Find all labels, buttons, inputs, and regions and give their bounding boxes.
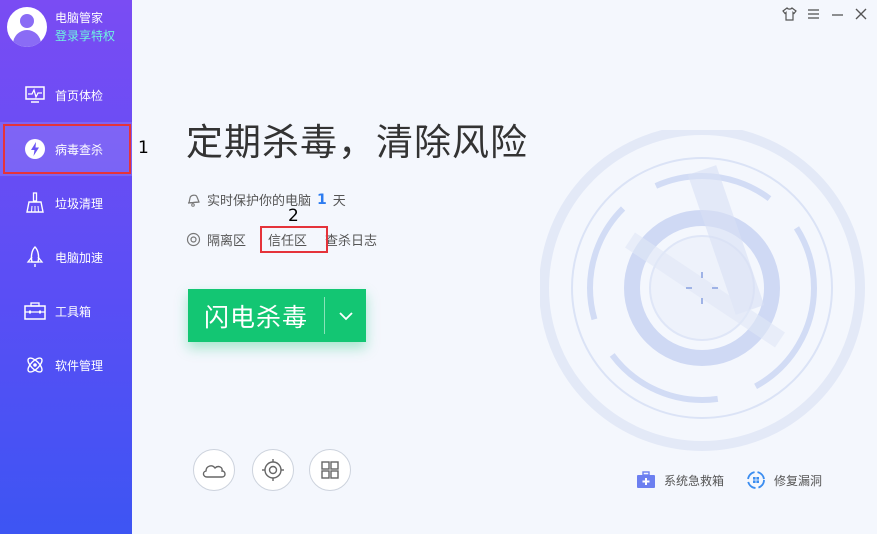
page-title: 定期杀毒，清除风险	[186, 121, 528, 164]
sidebar-item-home-check[interactable]: 首页体检	[0, 68, 132, 122]
sidebar-item-label: 工具箱	[55, 304, 92, 319]
toolbox-icon	[24, 300, 46, 322]
quick-scan-button[interactable]: 闪电杀毒	[188, 289, 324, 342]
rocket-icon	[24, 246, 46, 268]
windows-icon	[320, 460, 340, 480]
scan-button-group: 闪电杀毒	[188, 289, 366, 342]
tool-label: 系统急救箱	[664, 473, 725, 488]
firstaid-icon	[636, 470, 656, 490]
repair-icon	[746, 470, 766, 490]
sidebar-nav: 首页体检 病毒查杀 垃圾清理 电脑加速 工具箱 软件管理	[0, 68, 132, 392]
highlight-box-2	[260, 226, 328, 253]
sidebar-item-label: 首页体检	[55, 88, 104, 103]
menu-icon[interactable]	[805, 6, 821, 22]
skin-icon[interactable]	[781, 6, 797, 22]
sidebar-item-toolbox[interactable]: 工具箱	[0, 284, 132, 338]
system-scan-button[interactable]	[309, 449, 351, 491]
sidebar-item-speedup[interactable]: 电脑加速	[0, 230, 132, 284]
software-icon	[24, 354, 46, 376]
sidebar-item-label: 垃圾清理	[55, 196, 104, 211]
protection-days: 1	[317, 191, 327, 208]
protection-days-unit: 天	[332, 194, 346, 209]
avatar[interactable]	[7, 7, 47, 47]
sidebar-item-software[interactable]: 软件管理	[0, 338, 132, 392]
annotation-label-2: 2	[288, 206, 299, 226]
cloud-scan-button[interactable]	[193, 449, 235, 491]
custom-scan-button[interactable]	[252, 449, 294, 491]
protection-status: 实时保护你的电脑 1 天	[186, 190, 346, 209]
target-small-icon	[186, 232, 201, 247]
system-firstaid-button[interactable]: 系统急救箱	[636, 470, 724, 490]
close-icon[interactable]	[853, 6, 869, 22]
annotation-label-1: 1	[138, 138, 149, 158]
quarantine-link[interactable]: 隔离区	[207, 230, 246, 249]
protection-text: 实时保护你的电脑	[207, 194, 312, 209]
bell-icon	[186, 192, 201, 207]
target-icon	[261, 458, 285, 482]
window-controls	[781, 6, 869, 22]
scan-dropdown-button[interactable]	[325, 289, 366, 342]
highlight-box-1	[3, 124, 131, 174]
repair-vulnerability-button[interactable]: 修复漏洞	[746, 470, 822, 490]
monitor-icon	[24, 84, 46, 106]
user-panel[interactable]: 电脑管家 登录享特权	[7, 7, 115, 47]
sidebar-item-label: 电脑加速	[55, 250, 104, 265]
login-link[interactable]: 登录享特权	[55, 27, 115, 45]
cloud-icon	[201, 461, 227, 479]
tool-label: 修复漏洞	[774, 473, 823, 488]
scan-log-link[interactable]: 查杀日志	[325, 230, 377, 249]
sidebar-item-virus-scan[interactable]: 病毒查杀	[0, 122, 132, 176]
sidebar: 电脑管家 登录享特权 首页体检 病毒查杀 垃圾清理 电脑加速 工具箱 软件管理	[0, 0, 132, 534]
broom-icon	[24, 192, 46, 214]
minimize-icon[interactable]	[829, 6, 845, 22]
app-name: 电脑管家	[55, 11, 104, 25]
sidebar-item-label: 软件管理	[55, 358, 104, 373]
sidebar-item-cleanup[interactable]: 垃圾清理	[0, 176, 132, 230]
chevron-down-icon	[338, 311, 354, 321]
